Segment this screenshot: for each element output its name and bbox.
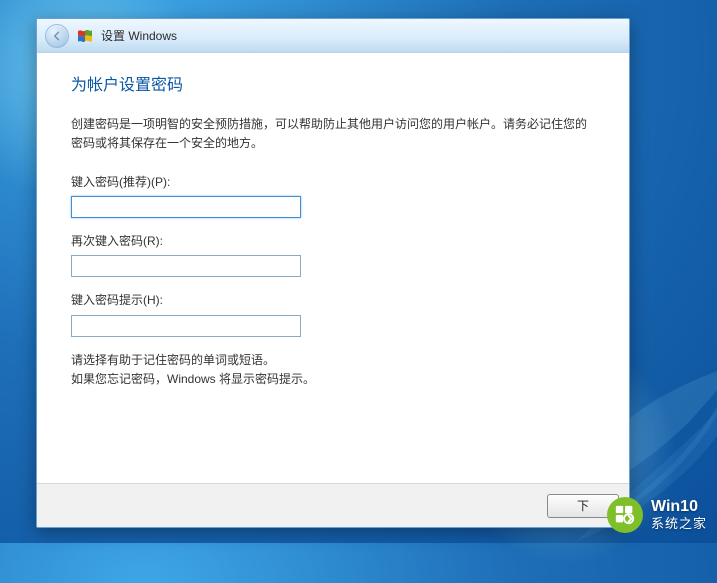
confirm-password-label: 再次键入密码(R): [71, 232, 595, 251]
hint-help-line1: 请选择有助于记住密码的单词或短语。 [71, 351, 595, 370]
page-description: 创建密码是一项明智的安全预防措施，可以帮助防止其他用户访问您的用户帐户。请务必记… [71, 115, 595, 153]
password-hint-label: 键入密码提示(H): [71, 291, 595, 310]
watermark-text: Win10 系统之家 [651, 498, 707, 531]
watermark-logo [607, 497, 643, 533]
confirm-password-field-group: 再次键入密码(R): [71, 232, 595, 277]
password-hint-field-group: 键入密码提示(H): [71, 291, 595, 336]
setup-window: 设置 Windows 为帐户设置密码 创建密码是一项明智的安全预防措施，可以帮助… [36, 18, 630, 528]
watermark: Win10 系统之家 [607, 497, 707, 533]
password-hint-input[interactable] [71, 315, 301, 337]
watermark-logo-text [614, 504, 636, 526]
window-title: 设置 Windows [101, 27, 177, 44]
watermark-line2: 系统之家 [651, 517, 707, 532]
watermark-line1: Win10 [651, 498, 707, 516]
page-heading: 为帐户设置密码 [71, 73, 595, 99]
hint-help-text: 请选择有助于记住密码的单词或短语。 如果您忘记密码，Windows 将显示密码提… [71, 351, 595, 389]
back-arrow-icon [51, 30, 63, 42]
back-button[interactable] [45, 24, 69, 48]
password-label: 键入密码(推荐)(P): [71, 173, 595, 192]
windows-flag-icon [77, 28, 93, 44]
content-area: 为帐户设置密码 创建密码是一项明智的安全预防措施，可以帮助防止其他用户访问您的用… [37, 53, 629, 527]
footer-bar: 下 [37, 483, 629, 527]
password-field-group: 键入密码(推荐)(P): [71, 173, 595, 218]
password-input[interactable] [71, 196, 301, 218]
titlebar: 设置 Windows [37, 19, 629, 53]
hint-help-line2: 如果您忘记密码，Windows 将显示密码提示。 [71, 370, 595, 389]
confirm-password-input[interactable] [71, 255, 301, 277]
